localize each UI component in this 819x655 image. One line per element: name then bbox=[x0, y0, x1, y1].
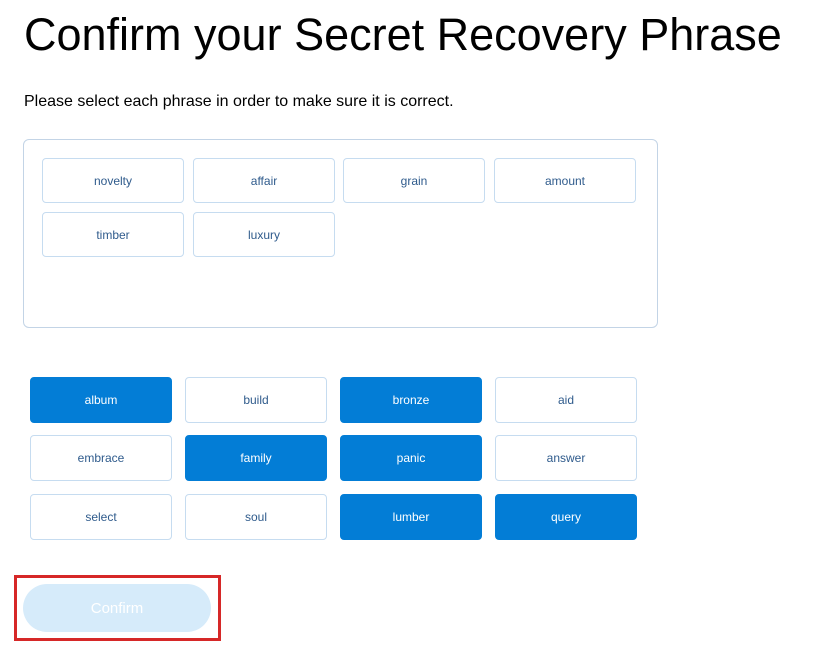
word-option-label: build bbox=[243, 393, 269, 407]
selected-words-area: novelty affair grain amount timber luxur… bbox=[23, 139, 658, 328]
word-option-button[interactable]: embrace bbox=[30, 435, 172, 481]
selected-word-chip[interactable]: timber bbox=[42, 212, 184, 257]
confirm-button[interactable]: Confirm bbox=[23, 584, 211, 632]
word-option-button[interactable]: family bbox=[185, 435, 327, 481]
selected-word-label: luxury bbox=[247, 227, 280, 242]
word-option-label: embrace bbox=[77, 451, 125, 465]
selected-word-label: novelty bbox=[93, 173, 133, 188]
word-option-button[interactable]: bronze bbox=[340, 377, 482, 423]
word-option-button[interactable]: query bbox=[495, 494, 637, 540]
word-option-label: aid bbox=[557, 393, 574, 407]
selected-word-label: grain bbox=[400, 173, 428, 188]
word-option-button[interactable]: lumber bbox=[340, 494, 482, 540]
word-option-label: soul bbox=[244, 510, 267, 524]
word-option-label: select bbox=[85, 510, 117, 524]
word-option-label: answer bbox=[546, 451, 586, 465]
word-option-button[interactable]: answer bbox=[495, 435, 637, 481]
page-title: Confirm your Secret Recovery Phrase bbox=[24, 9, 782, 60]
instruction-text: Please select each phrase in order to ma… bbox=[24, 93, 454, 110]
word-option-button[interactable]: aid bbox=[495, 377, 637, 423]
selected-word-chip[interactable]: grain bbox=[343, 158, 485, 203]
word-option-label: album bbox=[84, 393, 118, 407]
word-option-label: bronze bbox=[392, 393, 430, 407]
word-option-button[interactable]: select bbox=[30, 494, 172, 540]
selected-word-chip[interactable]: luxury bbox=[193, 212, 335, 257]
word-option-button[interactable]: build bbox=[185, 377, 327, 423]
word-option-button[interactable]: album bbox=[30, 377, 172, 423]
selected-word-chip[interactable]: amount bbox=[494, 158, 636, 203]
selected-word-label: amount bbox=[544, 173, 586, 188]
selected-word-label: affair bbox=[250, 173, 278, 188]
word-option-button[interactable]: panic bbox=[340, 435, 482, 481]
word-option-label: family bbox=[240, 451, 272, 465]
word-option-label: panic bbox=[396, 451, 426, 465]
selected-word-chip[interactable]: affair bbox=[193, 158, 335, 203]
selected-word-chip[interactable]: novelty bbox=[42, 158, 184, 203]
word-option-button[interactable]: soul bbox=[185, 494, 327, 540]
word-option-label: query bbox=[550, 510, 582, 524]
selected-word-label: timber bbox=[96, 227, 130, 242]
word-option-label: lumber bbox=[392, 510, 430, 524]
